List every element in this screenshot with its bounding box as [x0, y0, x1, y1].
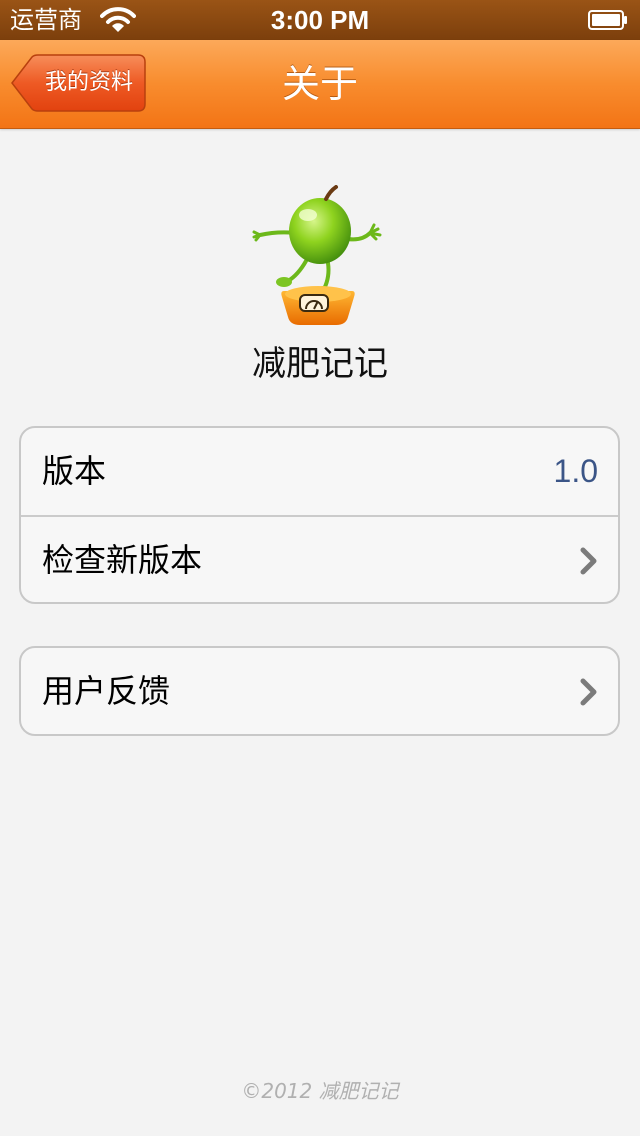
- battery-icon: [588, 10, 627, 30]
- page-title: 关于: [281, 62, 358, 106]
- chevron-right-icon: [580, 678, 597, 706]
- status-bar: 运营商 3:00 PM: [0, 0, 640, 40]
- check-update-label: 检查新版本: [42, 541, 203, 579]
- version-value: 1.0: [553, 453, 598, 489]
- chevron-right-icon: [580, 547, 597, 575]
- version-row: 版本 1.0: [21, 428, 618, 515]
- navigation-bar: 我的资料 关于: [0, 40, 640, 129]
- feedback-label: 用户反馈: [42, 672, 171, 710]
- copyright-footer: ©2012 减肥记记: [241, 1079, 399, 1103]
- feedback-group: 用户反馈: [19, 646, 620, 736]
- version-label: 版本: [42, 452, 107, 490]
- apple-on-scale-logo: [252, 185, 382, 325]
- app-name: 减肥记记: [252, 344, 388, 384]
- check-update-row[interactable]: 检查新版本: [21, 515, 618, 602]
- version-group: 版本 1.0 检查新版本: [19, 426, 620, 604]
- feedback-row[interactable]: 用户反馈: [21, 648, 618, 734]
- status-time: 3:00 PM: [270, 5, 370, 35]
